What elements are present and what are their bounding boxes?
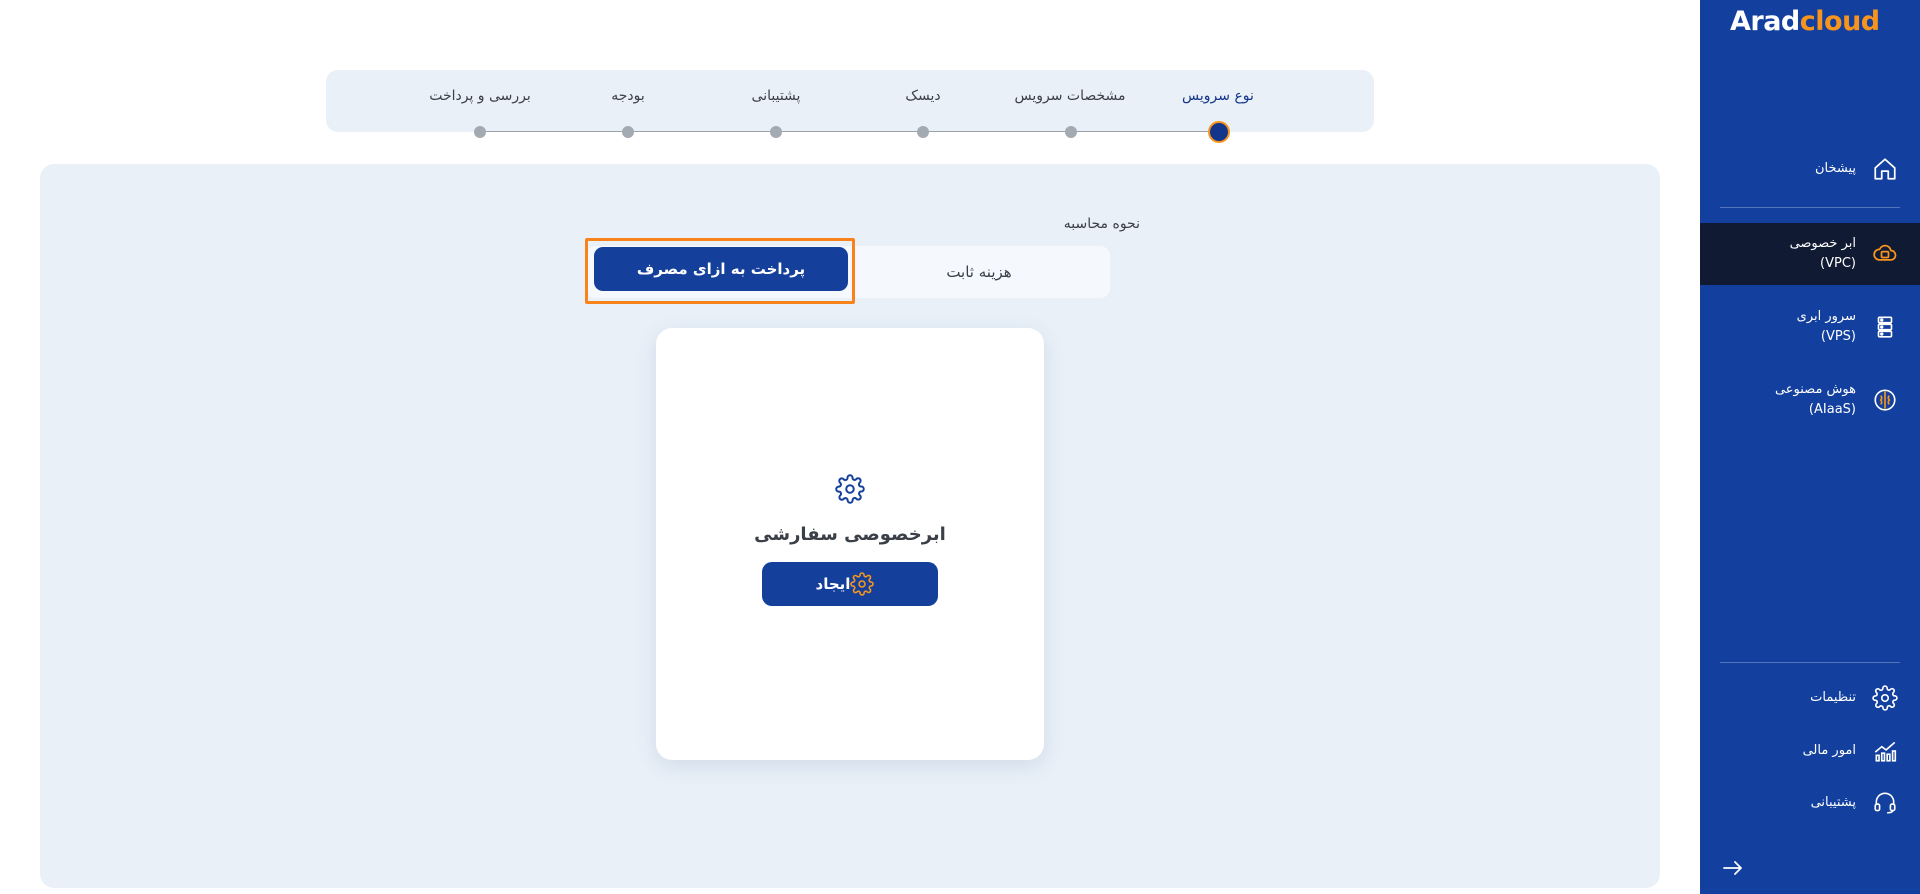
- sidebar-item-dashboard[interactable]: پیشخان: [1700, 138, 1920, 200]
- gear-icon: [835, 474, 865, 504]
- step-dot-service-specs[interactable]: [1065, 126, 1077, 138]
- sidebar-item-label: سرور ابری (VPS): [1796, 309, 1856, 344]
- step-label-review-payment[interactable]: بررسی و پرداخت: [429, 88, 531, 104]
- gear-icon: [1870, 683, 1900, 713]
- gear-icon: [850, 571, 876, 597]
- wizard-stepper: نوع سرویس مشخصات سرویس دیسک پشتیبانی بود…: [326, 70, 1374, 143]
- stepper-track: [478, 131, 1218, 132]
- headset-icon: [1870, 788, 1900, 818]
- step-label-budget[interactable]: بودجه: [611, 88, 645, 104]
- sidebar-item-label: امور مالی: [1802, 743, 1856, 758]
- pay-as-you-go-option[interactable]: پرداخت به ازای مصرف: [594, 247, 848, 291]
- step-dot-review-payment[interactable]: [474, 126, 486, 138]
- custom-vpc-card: ابرخصوصی سفارشی ایجاد: [656, 328, 1044, 760]
- create-button-label: ایجاد: [815, 575, 851, 593]
- cloud-icon: [1870, 239, 1900, 269]
- sidebar-divider: [1720, 662, 1900, 663]
- sidebar-item-aiaas[interactable]: هوش مصنوعی (AIaaS): [1700, 369, 1920, 431]
- sidebar: Aradcloud پیشخان ابر خصوصی (VPC) سرور ابر…: [1700, 0, 1920, 894]
- fixed-cost-option[interactable]: هزینه ثابت: [848, 246, 1110, 298]
- step-dot-budget[interactable]: [622, 126, 634, 138]
- aradcloud-logo[interactable]: Aradcloud: [1730, 6, 1890, 40]
- sidebar-item-label: هوش مصنوعی (AIaaS): [1774, 382, 1856, 417]
- sidebar-item-label: پشتیبانی: [1810, 795, 1856, 810]
- step-label-support[interactable]: پشتیبانی: [752, 88, 801, 104]
- sidebar-divider: [1720, 207, 1900, 208]
- arrow-right-icon[interactable]: [1720, 856, 1750, 880]
- billing-method-label: نحوه محاسبه: [1063, 216, 1140, 232]
- sidebar-item-support[interactable]: پشتیبانی: [1700, 772, 1920, 834]
- server-icon: [1870, 312, 1900, 342]
- step-label-service-type[interactable]: نوع سرویس: [1182, 88, 1254, 104]
- step-dot-disk[interactable]: [917, 126, 929, 138]
- sidebar-item-vpc[interactable]: ابر خصوصی (VPC): [1700, 223, 1920, 285]
- sidebar-item-label: تنظیمات: [1810, 690, 1856, 705]
- step-label-service-specs[interactable]: مشخصات سرویس: [1014, 88, 1125, 104]
- sidebar-item-label: پیشخان: [1814, 161, 1856, 176]
- sidebar-item-vps[interactable]: سرور ابری (VPS): [1700, 296, 1920, 358]
- app-root: نوع سرویس مشخصات سرویس دیسک پشتیبانی بود…: [0, 0, 1920, 894]
- step-dot-support[interactable]: [770, 126, 782, 138]
- step-label-disk[interactable]: دیسک: [905, 88, 940, 104]
- step-dot-service-type[interactable]: [1208, 121, 1230, 143]
- home-icon: [1870, 154, 1900, 184]
- brain-icon: [1870, 385, 1900, 415]
- create-button[interactable]: ایجاد: [762, 562, 938, 606]
- main-panel: نحوه محاسبه هزینه ثابت پرداخت به ازای مص…: [40, 164, 1660, 888]
- sidebar-item-label: ابر خصوصی (VPC): [1789, 236, 1856, 271]
- custom-vpc-title: ابرخصوصی سفارشی: [754, 524, 946, 545]
- chart-icon: [1870, 736, 1900, 766]
